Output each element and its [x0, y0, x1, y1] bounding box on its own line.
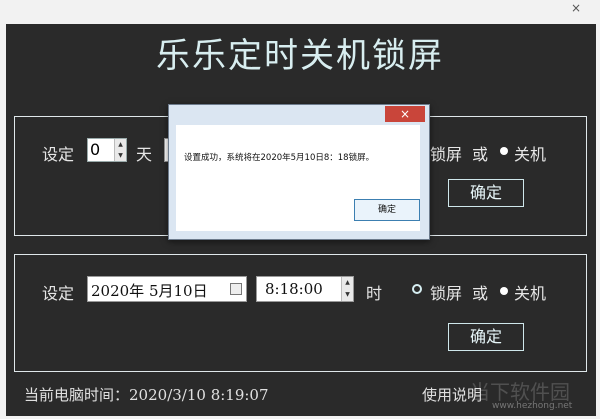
dialog-ok-button[interactable]: 确定	[354, 199, 420, 221]
days-value: 0	[90, 140, 101, 159]
shutdown-radio[interactable]	[500, 147, 508, 155]
datetime-group	[14, 254, 587, 372]
time-picker[interactable]: 8:18:00 ▲ ▼	[256, 276, 354, 302]
current-time-value: 2020/3/10 8:19:07	[129, 386, 269, 404]
set-label: 设定	[42, 145, 75, 164]
success-dialog: × 设置成功，系统将在2020年5月10日8：18锁屏。 确定	[168, 104, 430, 240]
or-label-2: 或	[472, 284, 489, 303]
time-stepper-arrows-icon[interactable]: ▲ ▼	[341, 277, 353, 301]
shutdown-label: 关机	[514, 145, 547, 164]
calendar-icon[interactable]	[230, 283, 242, 295]
or-label: 或	[472, 145, 489, 164]
dialog-body: 设置成功，系统将在2020年5月10日8：18锁屏。 确定	[176, 125, 420, 231]
app-title: 乐乐定时关机锁屏	[156, 36, 444, 76]
set-label-2: 设定	[42, 284, 75, 303]
shutdown-radio-2[interactable]	[500, 287, 508, 295]
lock-label-2: 锁屏	[430, 284, 463, 303]
stepper-arrows-icon[interactable]: ▲ ▼	[114, 139, 126, 161]
watermark-url: www.hezhong.net	[492, 401, 573, 411]
days-unit-label: 天	[136, 145, 153, 164]
date-picker[interactable]: 2020年 5月10日	[87, 276, 247, 302]
current-time-status: 当前电脑时间：2020/3/10 8:19:07	[24, 384, 269, 405]
window-close-icon[interactable]: ×	[555, 0, 597, 16]
shutdown-label-2: 关机	[514, 284, 547, 303]
date-value: 2020年 5月10日	[91, 282, 208, 300]
time-value: 8:18:00	[265, 280, 323, 298]
window: × 乐乐定时关机锁屏 设定 0 ▲ ▼ 天 锁屏 或 关机 确定 设定 2020年…	[0, 0, 600, 419]
dialog-message: 设置成功，系统将在2020年5月10日8：18锁屏。	[184, 153, 375, 163]
days-stepper[interactable]: 0 ▲ ▼	[87, 138, 127, 162]
lock-label: 锁屏	[430, 145, 463, 164]
dialog-close-icon[interactable]: ×	[385, 106, 425, 122]
lock-radio-selected[interactable]	[412, 284, 422, 294]
current-time-label: 当前电脑时间：	[24, 386, 130, 404]
confirm-button-2[interactable]: 确定	[448, 323, 524, 351]
hour-label: 时	[366, 284, 383, 303]
confirm-button-1[interactable]: 确定	[448, 179, 524, 207]
